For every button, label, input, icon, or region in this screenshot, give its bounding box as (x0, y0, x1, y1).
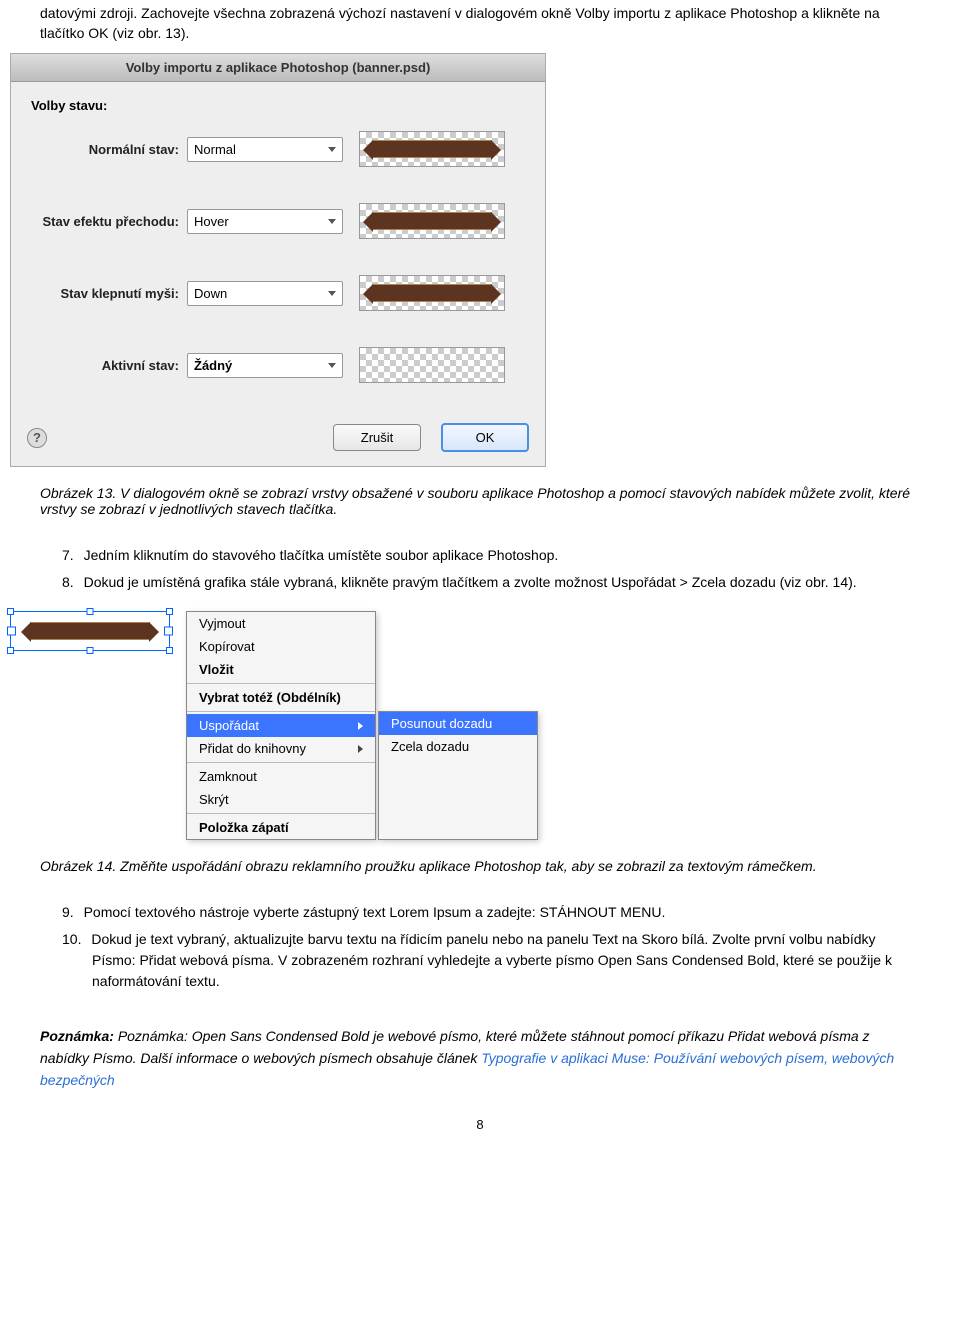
preview-down (359, 275, 505, 311)
cancel-button[interactable]: Zrušit (333, 424, 421, 451)
row-normal: Normální stav: Normal (27, 131, 529, 167)
ctx-footer-item[interactable]: Položka zápatí (187, 816, 375, 839)
label-down: Stav klepnutí myši: (27, 286, 187, 301)
label-hover: Stav efektu přechodu: (27, 214, 187, 229)
chevron-right-icon (358, 722, 363, 730)
preview-normal (359, 131, 505, 167)
step-7: Jedním kliknutím do stavového tlačítka u… (84, 545, 920, 566)
menu-separator (187, 683, 375, 684)
ctx-paste[interactable]: Vložit (187, 658, 375, 681)
ribbon-icon (372, 140, 492, 158)
ctx-copy[interactable]: Kopírovat (187, 635, 375, 658)
chevron-down-icon (328, 147, 336, 152)
ribbon-icon (372, 284, 492, 302)
menu-separator (187, 813, 375, 814)
chevron-down-icon (328, 291, 336, 296)
ctx-sub-back[interactable]: Zcela dozadu (379, 735, 537, 758)
context-submenu-arrange: Posunout dozadu Zcela dozadu (378, 711, 538, 840)
menu-separator (187, 711, 375, 712)
chevron-right-icon (358, 745, 363, 753)
ctx-cut[interactable]: Vyjmout (187, 612, 375, 635)
ctx-hide[interactable]: Skrýt (187, 788, 375, 811)
ctx-lock[interactable]: Zamknout (187, 765, 375, 788)
label-normal: Normální stav: (27, 142, 187, 157)
select-hover[interactable]: Hover (187, 209, 343, 234)
import-options-dialog: Volby importu z aplikace Photoshop (bann… (10, 53, 546, 467)
row-active: Aktivní stav: Žádný (27, 347, 529, 383)
caption-14: Obrázek 14. Změňte uspořádání obrazu rek… (40, 858, 920, 874)
selection-handle[interactable] (7, 647, 14, 654)
ok-button[interactable]: OK (441, 423, 529, 452)
note-paragraph: Poznámka: Poznámka: Open Sans Condensed … (40, 1026, 920, 1091)
ctx-sub-forward[interactable]: Posunout dozadu (379, 712, 537, 735)
page-number: 8 (40, 1117, 920, 1132)
selected-graphic[interactable] (10, 611, 170, 651)
step-8: Dokud je umístěná grafika stále vybraná,… (84, 572, 920, 593)
row-hover: Stav efektu přechodu: Hover (27, 203, 529, 239)
selection-handle[interactable] (166, 608, 173, 615)
ribbon-icon (30, 622, 150, 640)
select-down-value: Down (194, 286, 227, 301)
selection-handle[interactable] (166, 647, 173, 654)
ribbon-icon (372, 212, 492, 230)
ctx-arrange[interactable]: Uspořádat (187, 714, 375, 737)
select-active[interactable]: Žádný (187, 353, 343, 378)
preview-active (359, 347, 505, 383)
ctx-select-same[interactable]: Vybrat totéž (Obdélník) (187, 686, 375, 709)
select-down[interactable]: Down (187, 281, 343, 306)
help-icon[interactable]: ? (27, 428, 47, 448)
figure-14: Vyjmout Kopírovat Vložit Vybrat totéž (O… (10, 611, 920, 840)
select-normal-value: Normal (194, 142, 236, 157)
context-menu: Vyjmout Kopírovat Vložit Vybrat totéž (O… (186, 611, 376, 840)
selection-handle[interactable] (87, 608, 94, 615)
selection-handle[interactable] (87, 647, 94, 654)
note-label: Poznámka: (40, 1028, 114, 1044)
step-9: Pomocí textového nástroje vyberte zástup… (84, 902, 920, 923)
menu-separator (187, 762, 375, 763)
chevron-down-icon (328, 363, 336, 368)
selection-handle[interactable] (7, 608, 14, 615)
dialog-body: Volby stavu: Normální stav: Normal Stav … (11, 82, 545, 415)
preview-hover (359, 203, 505, 239)
select-active-value: Žádný (194, 358, 232, 373)
dialog-title: Volby importu z aplikace Photoshop (bann… (11, 54, 545, 82)
select-hover-value: Hover (194, 214, 229, 229)
dialog-footer: ? Zrušit OK (11, 415, 545, 466)
step-10: Dokud je text vybraný, aktualizujte barv… (84, 929, 920, 992)
dialog-section-label: Volby stavu: (31, 98, 529, 113)
row-down: Stav klepnutí myši: Down (27, 275, 529, 311)
label-active: Aktivní stav: (27, 358, 187, 373)
ctx-add-library[interactable]: Přidat do knihovny (187, 737, 375, 760)
select-normal[interactable]: Normal (187, 137, 343, 162)
chevron-down-icon (328, 219, 336, 224)
caption-13: Obrázek 13. V dialogovém okně se zobrazí… (40, 485, 920, 517)
intro-paragraph: datovými zdroji. Zachovejte všechna zobr… (40, 4, 920, 43)
